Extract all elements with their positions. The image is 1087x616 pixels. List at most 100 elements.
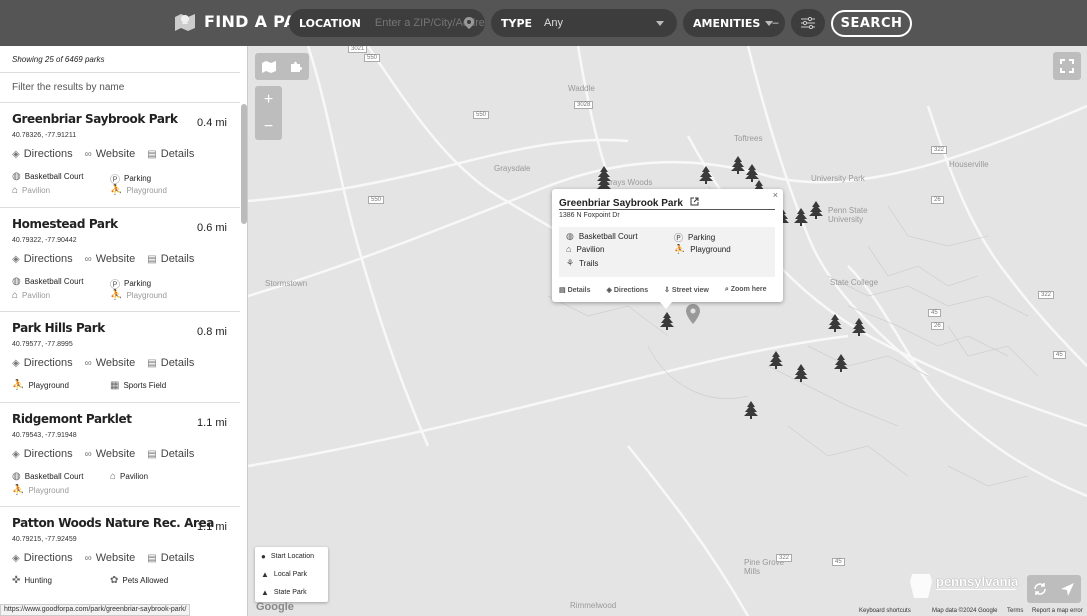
refresh-button[interactable]	[1027, 575, 1053, 603]
popup-street-view-link[interactable]: ⇩ Street view	[664, 286, 717, 294]
hunting-icon: ✜	[12, 575, 21, 586]
website-link[interactable]: ∞ Website	[85, 448, 136, 460]
my-location-button[interactable]	[1053, 575, 1081, 603]
map-view-button[interactable]	[255, 53, 282, 80]
road-shield: 26	[931, 322, 944, 330]
amenities-label: AMENITIES	[693, 16, 761, 30]
park-marker-tree-icon[interactable]	[809, 201, 823, 219]
directions-link[interactable]: ◈ Directions	[12, 552, 73, 564]
park-marker-tree-icon[interactable]	[834, 354, 848, 372]
directions-label: Directions	[23, 253, 73, 265]
popup-details-link[interactable]: ▤ Details	[559, 286, 599, 294]
details-icon: ▤	[147, 148, 157, 160]
directions-link[interactable]: ◈ Directions	[12, 448, 73, 460]
details-link[interactable]: ▤ Details	[147, 148, 194, 160]
park-info-popup: × Greenbriar Saybrook Park 1386 N Foxpoi…	[552, 189, 783, 302]
park-marker-tree-icon[interactable]	[731, 156, 745, 174]
filter-settings-button[interactable]	[791, 9, 825, 37]
amenity-label: Hunting	[24, 576, 52, 585]
park-coordinates: 40.79322, -77.90442	[12, 237, 77, 244]
amenity-label: Pavilion	[22, 186, 51, 195]
park-list-item[interactable]: Greenbriar Saybrook Park 40.78326, -77.9…	[0, 103, 240, 208]
satellite-view-button[interactable]	[282, 53, 309, 80]
park-marker-tree-icon[interactable]	[769, 351, 783, 369]
map-legend: ● Start Location ▲ Local Park ▲ State Park	[255, 547, 328, 602]
park-list-item[interactable]: Patton Woods Nature Rec. Area 40.79215, …	[0, 507, 240, 616]
type-value: Any	[544, 17, 564, 29]
amenities-select[interactable]: AMENITIES –	[683, 9, 785, 37]
popup-pointer	[659, 301, 673, 309]
details-link[interactable]: ▤ Details	[147, 357, 194, 369]
details-link[interactable]: ▤ Details	[147, 253, 194, 265]
website-link[interactable]: ∞ Website	[85, 148, 136, 160]
directions-link[interactable]: ◈ Directions	[12, 357, 73, 369]
amenity-label: Basketball Court	[24, 172, 84, 181]
details-link[interactable]: ▤ Details	[147, 552, 194, 564]
chevron-down-icon	[656, 21, 664, 26]
website-label: Website	[95, 357, 136, 369]
terms-link[interactable]: Terms	[1007, 608, 1023, 614]
report-map-error-link[interactable]: Report a map error	[1032, 608, 1083, 614]
website-link[interactable]: ∞ Website	[85, 253, 136, 265]
park-marker-tree-icon[interactable]	[660, 312, 674, 330]
popup-directions-link[interactable]: ◈ Directions	[607, 286, 657, 294]
directions-link[interactable]: ◈ Directions	[12, 148, 73, 160]
road-shield: 550	[368, 196, 385, 204]
park-list-item[interactable]: Homestead Park 40.79322, -77.90442 0.6 m…	[0, 208, 240, 312]
playground-icon: ⛹	[12, 380, 25, 391]
park-list-item[interactable]: Ridgemont Parklet 40.79543, -77.91948 1.…	[0, 403, 240, 507]
close-icon[interactable]: ×	[773, 190, 778, 200]
google-logo[interactable]: Google	[256, 601, 294, 613]
website-link[interactable]: ∞ Website	[85, 357, 136, 369]
website-link[interactable]: ∞ Website	[85, 552, 136, 564]
park-name[interactable]: Ridgemont Parklet	[12, 412, 132, 426]
road-shield: 45	[928, 309, 941, 317]
external-link-icon[interactable]	[690, 197, 699, 206]
sidebar-scrollbar[interactable]	[241, 104, 247, 224]
road-shield: 322	[931, 146, 948, 154]
parking-icon: Ⓟ	[674, 233, 684, 243]
location-pin-icon[interactable]	[464, 17, 474, 29]
park-name[interactable]: Patton Woods Nature Rec. Area	[12, 516, 214, 530]
park-marker-tree-icon[interactable]	[744, 401, 758, 419]
details-label: Details	[160, 448, 195, 460]
chevron-down-icon	[765, 21, 773, 26]
popup-zoom-link[interactable]: ⌕ Zoom here	[725, 286, 775, 294]
park-list-item[interactable]: Park Hills Park 40.79577, -77.8995 0.8 m…	[0, 312, 240, 403]
directions-link[interactable]: ◈ Directions	[12, 253, 73, 265]
park-marker-tree-icon[interactable]	[828, 314, 842, 332]
park-name[interactable]: Homestead Park	[12, 217, 118, 231]
popup-park-title[interactable]: Greenbriar Saybrook Park	[559, 197, 699, 209]
legend-label: State Park	[273, 589, 307, 596]
search-button[interactable]: SEARCH	[831, 10, 912, 37]
type-select[interactable]: TYPE Any	[491, 9, 677, 37]
directions-icon: ◈	[12, 448, 20, 460]
park-marker-tree-icon[interactable]	[699, 166, 713, 184]
park-name[interactable]: Greenbriar Saybrook Park	[12, 112, 178, 126]
park-distance: 1.1 mi	[197, 521, 227, 533]
road-shield: 45	[832, 558, 845, 566]
keystone-icon	[910, 574, 932, 598]
park-name[interactable]: Park Hills Park	[12, 321, 105, 335]
park-marker-tree-icon[interactable]	[794, 364, 808, 382]
link-icon: ∞	[84, 448, 92, 460]
map-canvas[interactable]: Waddle Toftrees Grays Woods Graysdale St…	[248, 46, 1087, 616]
road-network	[248, 46, 1087, 616]
road-shield: 3028	[574, 101, 594, 109]
pa-logo-subtitle-line	[936, 589, 1016, 597]
park-marker-tree-icon[interactable]	[852, 318, 866, 336]
selected-location-pin-icon[interactable]	[686, 304, 700, 324]
zoom-out-button[interactable]: −	[255, 113, 282, 140]
park-marker-tree-icon[interactable]	[794, 208, 808, 226]
amenity-item: ⌂ Pavilion	[110, 471, 148, 482]
details-link[interactable]: ▤ Details	[147, 448, 194, 460]
filter-by-name-input[interactable]: Filter the results by name	[0, 72, 240, 103]
amenity-label: Pets Allowed	[122, 576, 169, 585]
fullscreen-button[interactable]	[1053, 52, 1081, 80]
zoom-in-button[interactable]: +	[255, 86, 282, 113]
legend-start-location: ● Start Location	[261, 552, 314, 561]
place-label: Grays Woods	[604, 178, 653, 187]
popup-link-label: Street view	[671, 287, 709, 294]
amenity-label: Basketball Court	[24, 472, 84, 481]
keyboard-shortcuts-link[interactable]: Keyboard shortcuts	[859, 608, 911, 614]
